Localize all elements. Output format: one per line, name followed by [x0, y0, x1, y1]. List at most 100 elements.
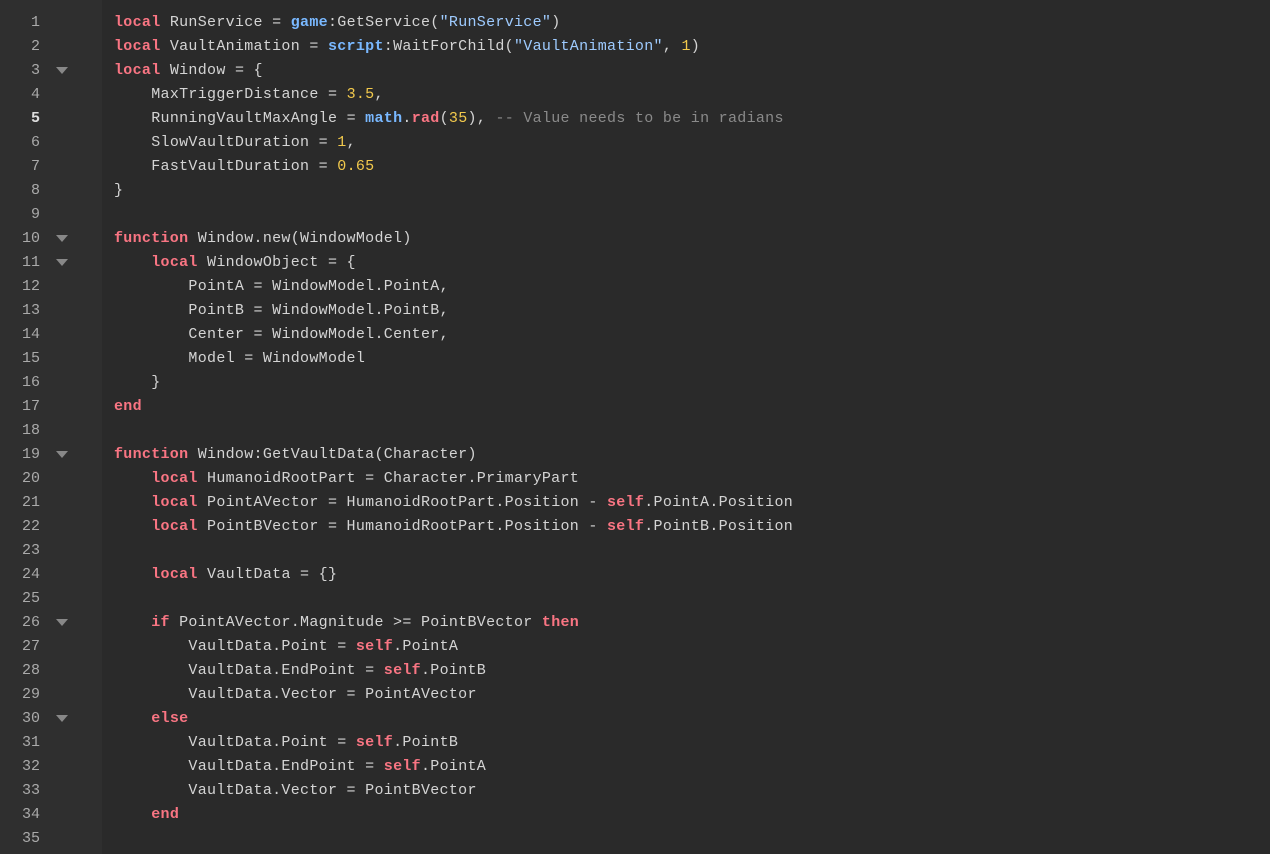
line-number[interactable]: 26 — [0, 614, 50, 631]
fold-arrow-icon[interactable] — [56, 235, 68, 242]
code-line[interactable]: VaultData.EndPoint = self.PointB — [114, 658, 1270, 682]
gutter-row: 31 — [0, 730, 102, 754]
token-keyword: local — [114, 38, 170, 55]
code-line[interactable]: local PointAVector = HumanoidRootPart.Po… — [114, 490, 1270, 514]
token-ident: PointB — [188, 302, 253, 319]
line-number[interactable]: 23 — [0, 542, 50, 559]
gutter-row: 9 — [0, 202, 102, 226]
line-number[interactable]: 10 — [0, 230, 50, 247]
code-line[interactable]: Model = WindowModel — [114, 346, 1270, 370]
line-number[interactable]: 12 — [0, 278, 50, 295]
code-line[interactable]: local PointBVector = HumanoidRootPart.Po… — [114, 514, 1270, 538]
token-ident: Window:GetVaultData(Character) — [198, 446, 477, 463]
code-line[interactable]: MaxTriggerDistance = 3.5, — [114, 82, 1270, 106]
line-number[interactable]: 30 — [0, 710, 50, 727]
token-number: 1 — [681, 38, 690, 55]
token-punct: , — [374, 86, 383, 103]
code-line[interactable]: PointB = WindowModel.PointB, — [114, 298, 1270, 322]
code-line[interactable]: else — [114, 706, 1270, 730]
fold-arrow-icon[interactable] — [56, 715, 68, 722]
code-line[interactable]: local VaultData = {} — [114, 562, 1270, 586]
fold-arrow-icon[interactable] — [56, 259, 68, 266]
code-line[interactable]: VaultData.Vector = PointBVector — [114, 778, 1270, 802]
code-line[interactable]: } — [114, 370, 1270, 394]
line-number[interactable]: 34 — [0, 806, 50, 823]
line-number[interactable]: 19 — [0, 446, 50, 463]
gutter-row: 35 — [0, 826, 102, 850]
line-number[interactable]: 33 — [0, 782, 50, 799]
line-number[interactable]: 29 — [0, 686, 50, 703]
gutter: 1234567891011121314151617181920212223242… — [0, 0, 102, 854]
code-line[interactable]: SlowVaultDuration = 1, — [114, 130, 1270, 154]
code-line[interactable]: local HumanoidRootPart = Character.Prima… — [114, 466, 1270, 490]
line-number[interactable]: 24 — [0, 566, 50, 583]
line-number[interactable]: 13 — [0, 302, 50, 319]
line-number[interactable]: 6 — [0, 134, 50, 151]
token-builtin: script — [328, 38, 384, 55]
code-line[interactable]: end — [114, 394, 1270, 418]
line-number[interactable]: 22 — [0, 518, 50, 535]
code-line[interactable]: function Window.new(WindowModel) — [114, 226, 1270, 250]
line-number[interactable]: 31 — [0, 734, 50, 751]
code-line[interactable] — [114, 826, 1270, 850]
line-number[interactable]: 5 — [0, 110, 50, 127]
code-line[interactable]: RunningVaultMaxAngle = math.rad(35), -- … — [114, 106, 1270, 130]
code-line[interactable]: if PointAVector.Magnitude >= PointBVecto… — [114, 610, 1270, 634]
code-line[interactable]: end — [114, 802, 1270, 826]
code-line[interactable]: VaultData.Point = self.PointB — [114, 730, 1270, 754]
token-ident: Model — [188, 350, 244, 367]
line-number[interactable]: 3 — [0, 62, 50, 79]
line-number[interactable]: 7 — [0, 158, 50, 175]
fold-column[interactable] — [50, 235, 74, 242]
line-number[interactable]: 15 — [0, 350, 50, 367]
code-line[interactable]: function Window:GetVaultData(Character) — [114, 442, 1270, 466]
code-line[interactable]: } — [114, 178, 1270, 202]
code-line[interactable]: VaultData.Vector = PointAVector — [114, 682, 1270, 706]
code-line[interactable]: PointA = WindowModel.PointA, — [114, 274, 1270, 298]
code-line[interactable]: VaultData.Point = self.PointA — [114, 634, 1270, 658]
line-number[interactable]: 27 — [0, 638, 50, 655]
line-number[interactable]: 28 — [0, 662, 50, 679]
code-area[interactable]: local RunService = game:GetService("RunS… — [102, 0, 1270, 854]
fold-column[interactable] — [50, 619, 74, 626]
fold-column[interactable] — [50, 67, 74, 74]
fold-column[interactable] — [50, 259, 74, 266]
code-line[interactable]: VaultData.EndPoint = self.PointA — [114, 754, 1270, 778]
code-line[interactable]: Center = WindowModel.Center, — [114, 322, 1270, 346]
code-line[interactable] — [114, 538, 1270, 562]
line-number[interactable]: 21 — [0, 494, 50, 511]
token-punct: :WaitForChild( — [384, 38, 514, 55]
line-number[interactable]: 2 — [0, 38, 50, 55]
token-punct: .PointA — [393, 638, 458, 655]
gutter-row: 20 — [0, 466, 102, 490]
code-editor[interactable]: 1234567891011121314151617181920212223242… — [0, 0, 1270, 854]
code-line[interactable] — [114, 202, 1270, 226]
token-mathrad: rad — [412, 110, 440, 127]
line-number[interactable]: 25 — [0, 590, 50, 607]
code-line[interactable]: local VaultAnimation = script:WaitForChi… — [114, 34, 1270, 58]
line-number[interactable]: 18 — [0, 422, 50, 439]
line-number[interactable]: 14 — [0, 326, 50, 343]
line-number[interactable]: 11 — [0, 254, 50, 271]
line-number[interactable]: 32 — [0, 758, 50, 775]
code-line[interactable]: local WindowObject = { — [114, 250, 1270, 274]
gutter-row: 14 — [0, 322, 102, 346]
code-line[interactable]: local RunService = game:GetService("RunS… — [114, 10, 1270, 34]
code-line[interactable]: local Window = { — [114, 58, 1270, 82]
line-number[interactable]: 1 — [0, 14, 50, 31]
code-line[interactable]: FastVaultDuration = 0.65 — [114, 154, 1270, 178]
code-line[interactable] — [114, 418, 1270, 442]
fold-column[interactable] — [50, 451, 74, 458]
fold-arrow-icon[interactable] — [56, 67, 68, 74]
line-number[interactable]: 20 — [0, 470, 50, 487]
fold-arrow-icon[interactable] — [56, 451, 68, 458]
line-number[interactable]: 4 — [0, 86, 50, 103]
line-number[interactable]: 35 — [0, 830, 50, 847]
line-number[interactable]: 9 — [0, 206, 50, 223]
line-number[interactable]: 17 — [0, 398, 50, 415]
line-number[interactable]: 16 — [0, 374, 50, 391]
line-number[interactable]: 8 — [0, 182, 50, 199]
fold-arrow-icon[interactable] — [56, 619, 68, 626]
fold-column[interactable] — [50, 715, 74, 722]
code-line[interactable] — [114, 586, 1270, 610]
